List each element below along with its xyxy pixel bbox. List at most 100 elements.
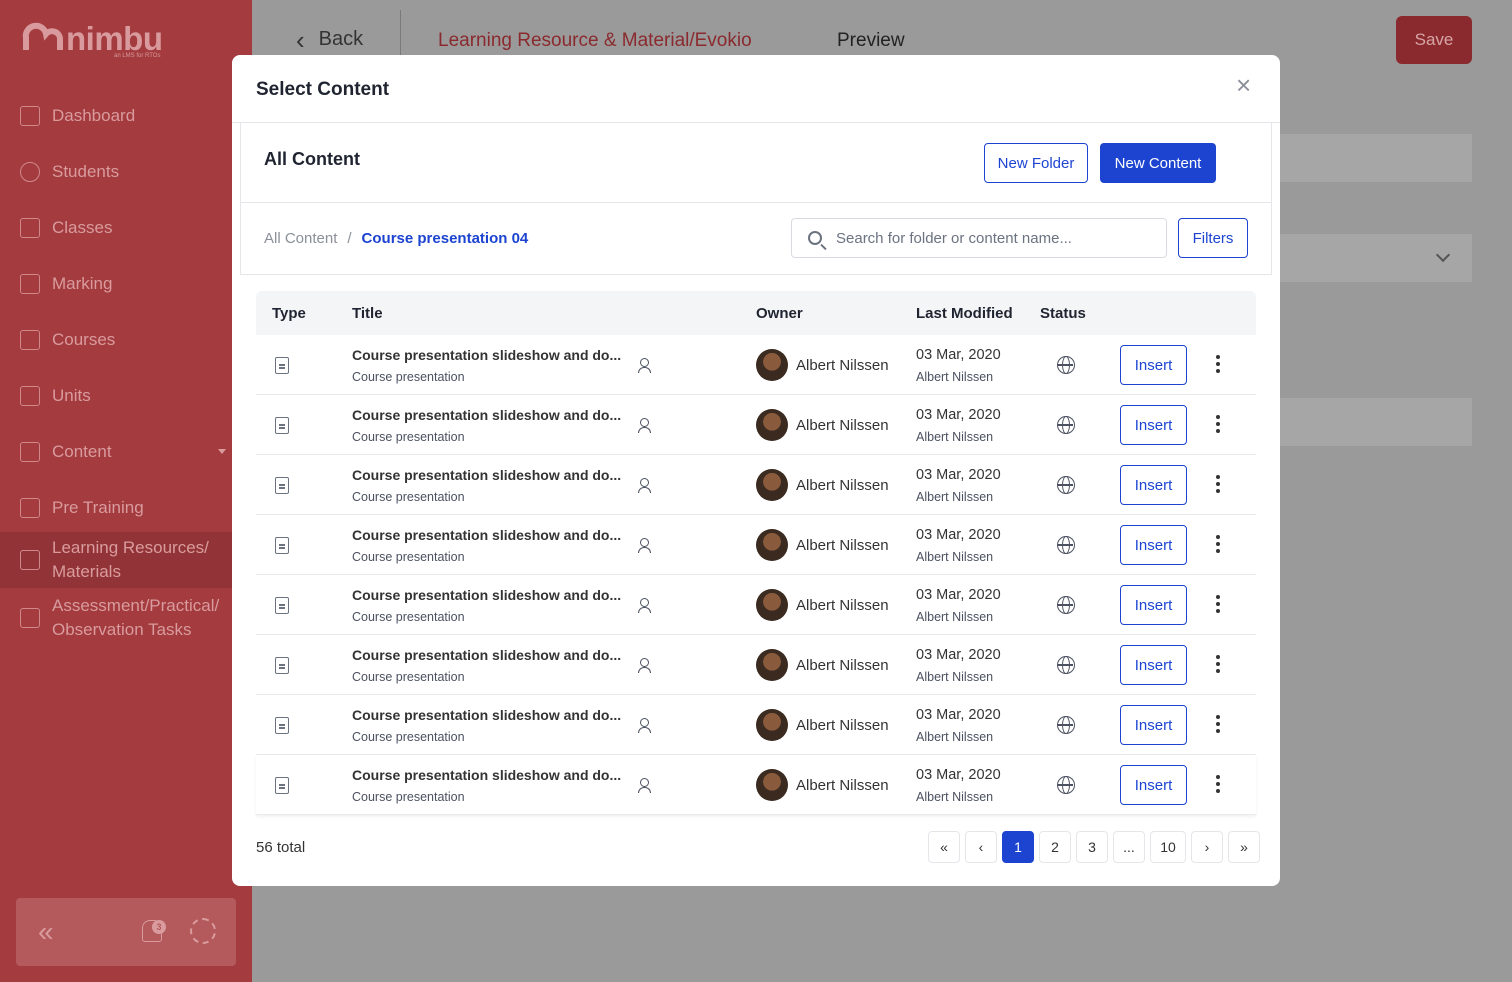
last-page-button[interactable]: » — [1228, 831, 1260, 863]
insert-button[interactable]: Insert — [1120, 645, 1187, 685]
more-options-icon[interactable] — [1214, 535, 1222, 557]
breadcrumb: All Content / Course presentation 04 — [264, 230, 528, 247]
sidebar-item-label: Marking — [52, 274, 113, 293]
globe-icon — [1057, 356, 1075, 374]
chevron-down-icon — [218, 449, 226, 454]
filters-button[interactable]: Filters — [1178, 218, 1248, 258]
sidebar-item-units[interactable]: Units — [0, 384, 232, 408]
sidebar-item-label: Assessment/Practical/ Observation Tasks — [52, 596, 220, 639]
last-modified-date: 03 Mar, 2020 — [916, 647, 1001, 663]
prev-page-button[interactable]: ‹ — [965, 831, 997, 863]
search-box — [791, 218, 1167, 258]
column-title: Title — [352, 305, 383, 322]
sidebar-item-classes[interactable]: Classes — [0, 216, 232, 240]
modified-by: Albert Nilssen — [916, 490, 994, 504]
content-type: Course presentation — [352, 430, 465, 444]
modified-by: Albert Nilssen — [916, 370, 994, 384]
next-page-button[interactable]: › — [1191, 831, 1223, 863]
avatar — [756, 529, 788, 561]
page-breadcrumb[interactable]: Learning Resource & Material/Evokio — [438, 30, 752, 52]
table-row: Course presentation slideshow and do... C… — [256, 635, 1256, 695]
table-row: Course presentation slideshow and do... C… — [256, 695, 1256, 755]
insert-button[interactable]: Insert — [1120, 345, 1187, 385]
breadcrumb-root[interactable]: All Content — [264, 230, 337, 247]
insert-button[interactable]: Insert — [1120, 705, 1187, 745]
sidebar-item-marking[interactable]: Marking — [0, 272, 232, 296]
document-icon — [275, 717, 289, 734]
gear-icon[interactable] — [190, 918, 216, 944]
owner-name: Albert Nilssen — [796, 777, 889, 794]
page-ellipsis: ... — [1113, 831, 1145, 863]
page-button[interactable]: 1 — [1002, 831, 1034, 863]
background-field — [1280, 398, 1472, 446]
close-icon[interactable]: × — [1236, 72, 1251, 98]
column-last-modified: Last Modified — [916, 305, 1013, 322]
last-modified-date: 03 Mar, 2020 — [916, 347, 1001, 363]
save-button[interactable]: Save — [1396, 16, 1472, 64]
content-type: Course presentation — [352, 790, 465, 804]
more-options-icon[interactable] — [1214, 595, 1222, 617]
sidebar-item-label: Courses — [52, 330, 116, 349]
panel-title: All Content — [264, 149, 360, 169]
content-type: Course presentation — [352, 670, 465, 684]
more-options-icon[interactable] — [1214, 655, 1222, 677]
modified-by: Albert Nilssen — [916, 550, 994, 564]
breadcrumb-current[interactable]: Course presentation 04 — [362, 230, 529, 247]
search-icon — [808, 231, 822, 245]
avatar — [756, 769, 788, 801]
more-options-icon[interactable] — [1214, 775, 1222, 797]
search-input[interactable] — [836, 229, 1136, 247]
preview-tab[interactable]: Preview — [837, 30, 905, 52]
brand-tagline: an LMS for RTOs — [114, 53, 161, 59]
sidebar-item-content[interactable]: Content — [0, 440, 232, 464]
modified-by: Albert Nilssen — [916, 790, 994, 804]
sidebar-item-learning-resources[interactable]: Learning Resources/ Materials — [0, 532, 232, 588]
sidebar-item-assessment[interactable]: Assessment/Practical/ Observation Tasks — [0, 592, 232, 644]
globe-icon — [1057, 416, 1075, 434]
more-options-icon[interactable] — [1214, 475, 1222, 497]
sidebar-item-label: Units — [52, 386, 91, 405]
grid-icon — [20, 106, 40, 126]
shared-users-icon — [638, 418, 654, 433]
last-modified-date: 03 Mar, 2020 — [916, 767, 1001, 783]
page-button[interactable]: 3 — [1076, 831, 1108, 863]
sidebar-item-students[interactable]: Students — [0, 160, 232, 184]
sidebar-item-label: Students — [52, 162, 120, 181]
table-header: Type Title Owner Last Modified Status — [256, 291, 1256, 335]
insert-button[interactable]: Insert — [1120, 525, 1187, 565]
more-options-icon[interactable] — [1214, 415, 1222, 437]
background-field — [1280, 134, 1472, 182]
student-icon — [20, 162, 40, 182]
assessment-icon — [20, 608, 40, 628]
owner-name: Albert Nilssen — [796, 537, 889, 554]
last-modified-date: 03 Mar, 2020 — [916, 467, 1001, 483]
sidebar-item-pre-training[interactable]: Pre Training — [0, 496, 232, 520]
page-button[interactable]: 10 — [1150, 831, 1186, 863]
insert-button[interactable]: Insert — [1120, 405, 1187, 445]
insert-button[interactable]: Insert — [1120, 765, 1187, 805]
page-button[interactable]: 2 — [1039, 831, 1071, 863]
insert-button[interactable]: Insert — [1120, 585, 1187, 625]
sidebar-item-dashboard[interactable]: Dashboard — [0, 104, 232, 128]
insert-button[interactable]: Insert — [1120, 465, 1187, 505]
shared-users-icon — [638, 478, 654, 493]
new-folder-button[interactable]: New Folder — [984, 143, 1088, 183]
owner-name: Albert Nilssen — [796, 597, 889, 614]
modal-title: Select Content — [256, 79, 390, 100]
sidebar-item-courses[interactable]: Courses — [0, 328, 232, 352]
globe-icon — [1057, 476, 1075, 494]
collapse-sidebar-icon[interactable]: « — [38, 918, 54, 946]
sidebar-item-label: Dashboard — [52, 106, 136, 125]
document-icon — [275, 777, 289, 794]
notification-badge: 3 — [152, 920, 166, 934]
content-title: Course presentation slideshow and do... — [352, 767, 622, 783]
breadcrumb-separator: / — [347, 230, 352, 247]
shared-users-icon — [638, 718, 654, 733]
back-button[interactable]: ‹ Back — [296, 27, 363, 53]
content-title: Course presentation slideshow and do... — [352, 707, 622, 723]
shared-users-icon — [638, 598, 654, 613]
more-options-icon[interactable] — [1214, 715, 1222, 737]
new-content-button[interactable]: New Content — [1100, 143, 1216, 183]
first-page-button[interactable]: « — [928, 831, 960, 863]
more-options-icon[interactable] — [1214, 355, 1222, 377]
